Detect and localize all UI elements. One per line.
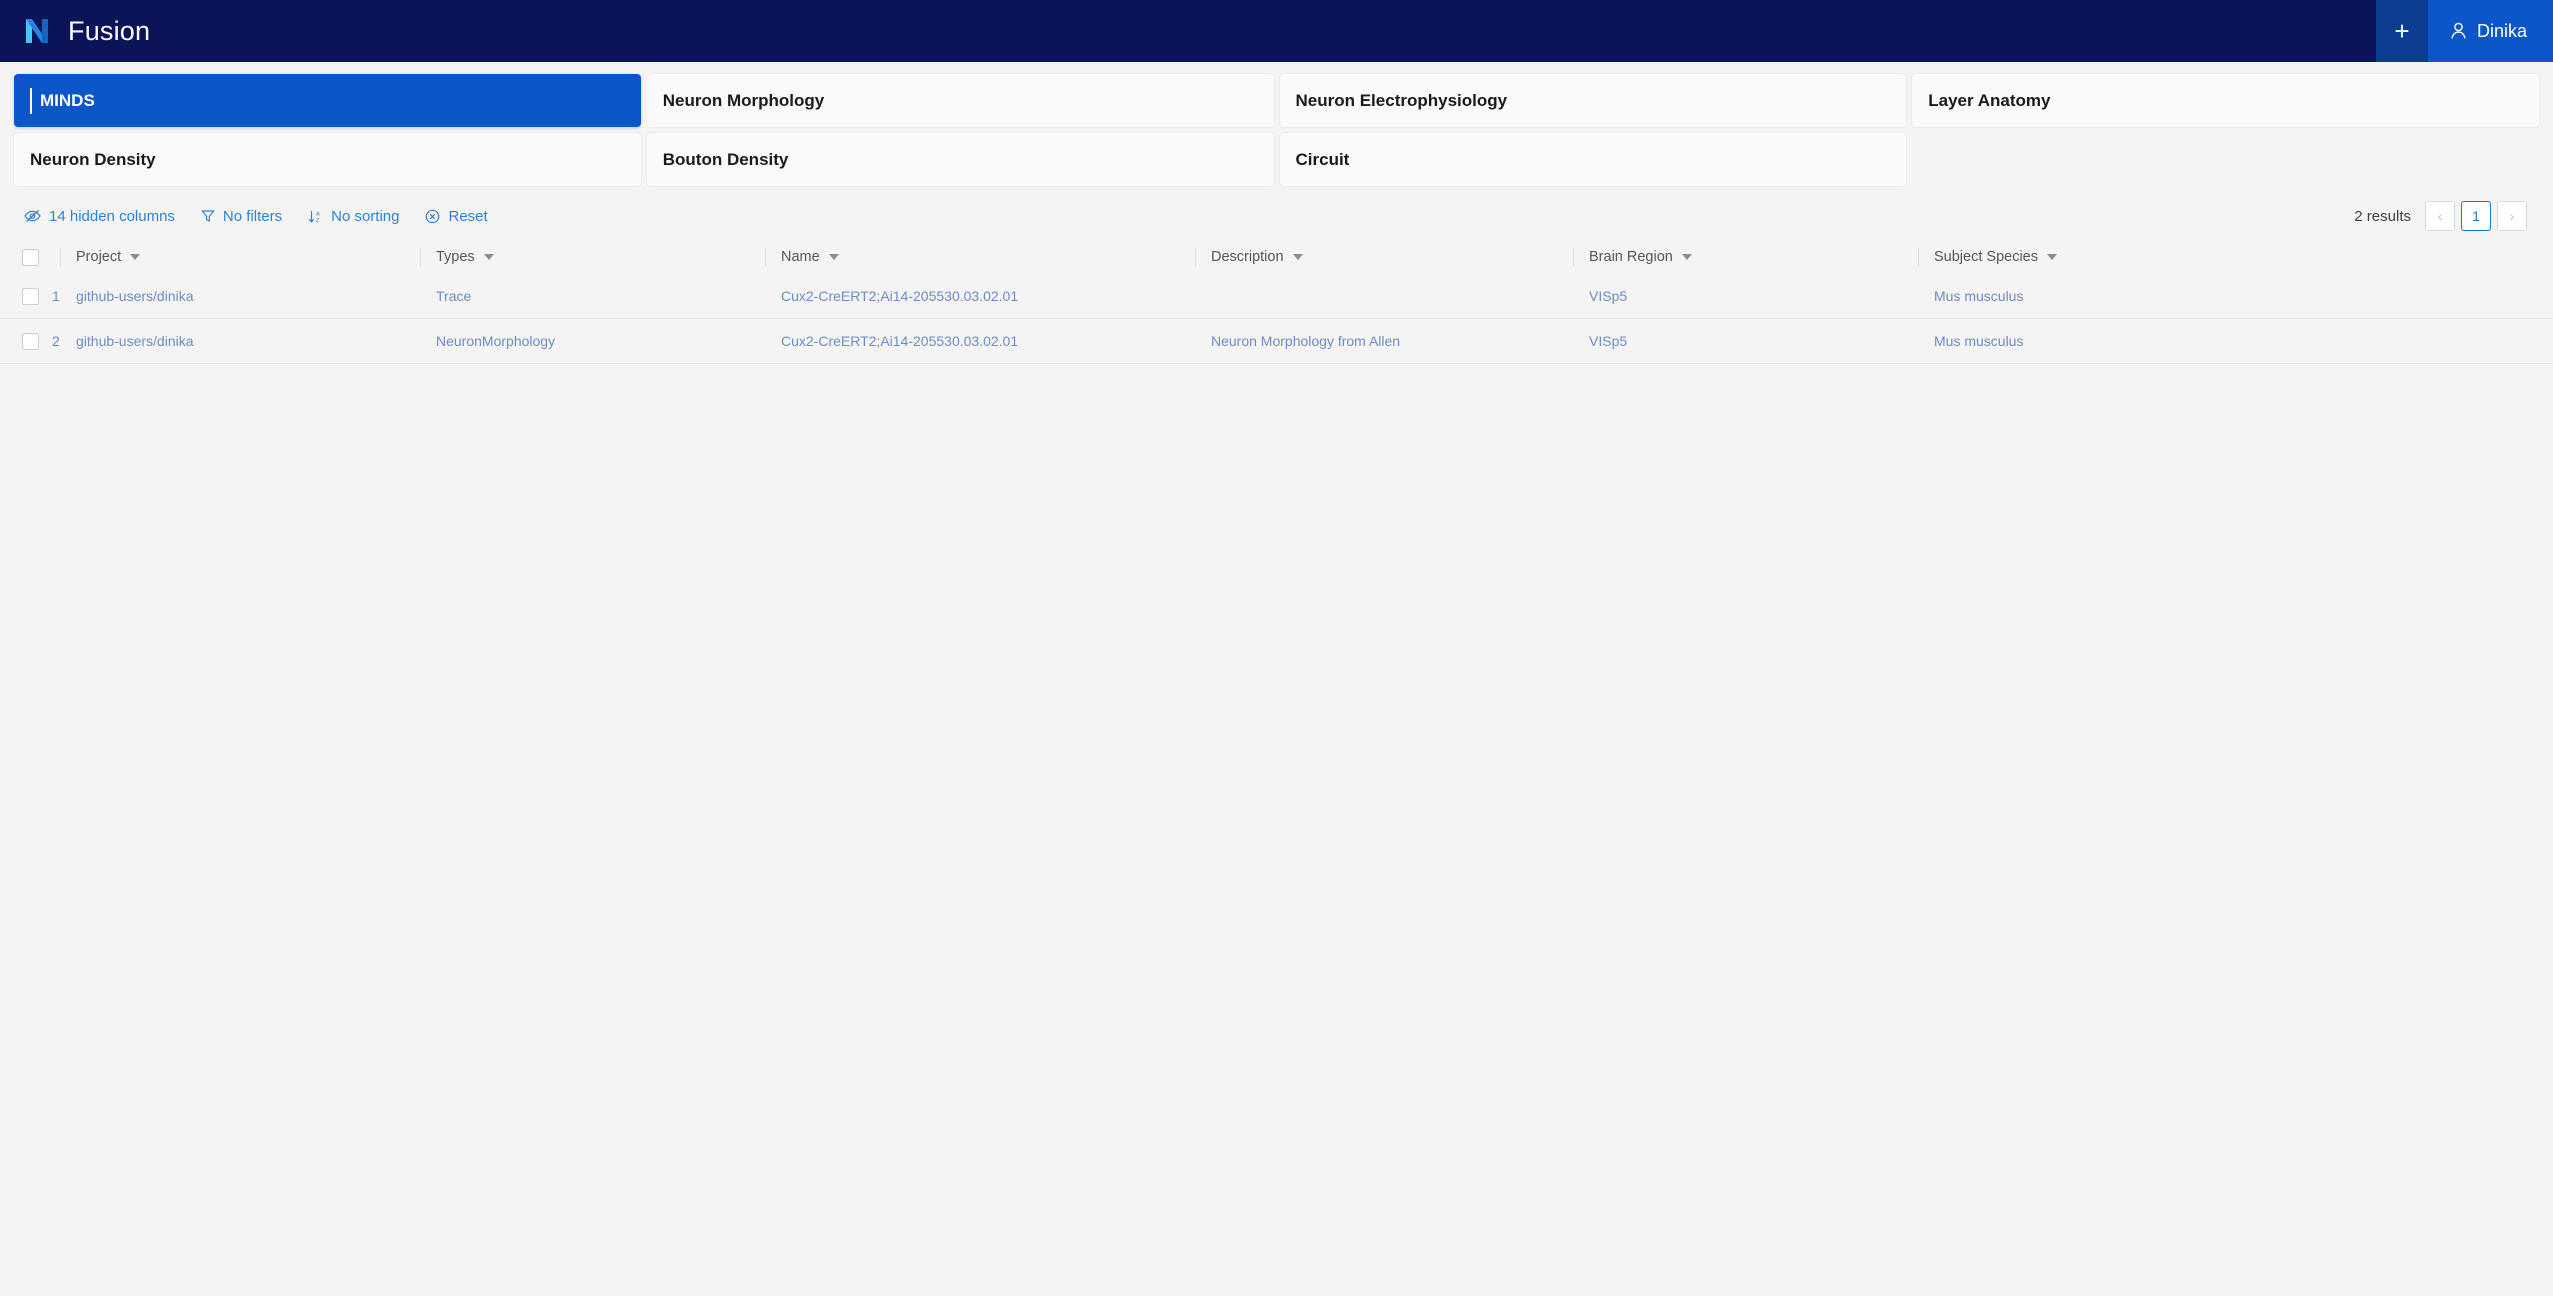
cell-name[interactable]: Cux2-CreERT2;Ai14-205530.03.02.01 [765,319,1195,363]
column-header-subject-species[interactable]: Subject Species [1918,249,2248,265]
cell-name[interactable]: Cux2-CreERT2;Ai14-205530.03.02.01 [765,274,1195,318]
app-title: Fusion [68,15,151,46]
chevron-down-icon[interactable] [828,254,839,260]
user-menu-button[interactable]: Dinika [2427,0,2553,62]
row-select-cell: 2 [0,319,60,363]
pagination: 2 results ‹ 1 › [2354,201,2527,231]
chevron-down-icon[interactable] [1292,254,1303,260]
reset-button[interactable]: Reset [423,206,489,227]
column-label: Project [76,249,122,265]
toolbar-actions: 14 hidden columns No filters A Z No sort… [22,206,490,227]
table-header-row: Project Types Name Description Brain Reg… [0,240,2553,274]
card-label: Layer Anatomy [1928,90,2051,110]
hidden-columns-label: 14 hidden columns [49,207,175,225]
app-header: Fusion + Dinika [0,0,2553,62]
sorting-label: No sorting [331,207,400,225]
row-checkbox[interactable] [22,287,39,305]
table-row[interactable]: 1 github-users/dinika Trace Cux2-CreERT2… [0,274,2553,319]
card-empty-slot [1912,133,2539,186]
cell-project[interactable]: github-users/dinika [60,319,420,363]
cell-types[interactable]: NeuronMorphology [420,319,765,363]
card-label: Neuron Density [30,149,156,169]
cell-subject-species[interactable]: Mus musculus [1918,274,2248,318]
chevron-down-icon[interactable] [130,254,141,260]
reset-label: Reset [448,207,488,225]
card-label: MINDS [40,90,95,110]
active-accent-bar [30,87,32,114]
add-button[interactable]: + [2375,0,2428,62]
column-header-brain-region[interactable]: Brain Region [1573,249,1918,265]
results-table: Project Types Name Description Brain Reg… [0,240,2553,364]
row-checkbox[interactable] [22,332,39,350]
column-header-name[interactable]: Name [765,249,1195,265]
column-header-project[interactable]: Project [60,249,420,265]
chevron-down-icon[interactable] [483,254,494,260]
person-icon [2450,22,2467,40]
chevron-down-icon[interactable] [2046,254,2057,260]
column-label: Subject Species [1934,249,2038,265]
card-circuit[interactable]: Circuit [1279,133,1907,186]
card-neuron-electrophysiology[interactable]: Neuron Electrophysiology [1279,74,1907,127]
results-count: 2 results [2354,207,2411,225]
card-neuron-density[interactable]: Neuron Density [14,133,641,186]
column-label: Brain Region [1589,249,1673,265]
row-index: 2 [52,333,60,349]
column-label: Name [781,249,820,265]
card-layer-anatomy[interactable]: Layer Anatomy [1912,74,2539,127]
card-label: Circuit [1295,149,1350,169]
column-label: Types [436,249,475,265]
eye-slash-icon [24,209,41,223]
column-label: Description [1211,249,1284,265]
hidden-columns-button[interactable]: 14 hidden columns [22,206,177,227]
cell-description[interactable]: Neuron Morphology from Allen [1195,319,1573,363]
sorting-button[interactable]: A Z No sorting [306,206,401,227]
card-label: Neuron Morphology [662,90,825,110]
filters-label: No filters [222,207,283,225]
brand[interactable]: Fusion [0,0,150,62]
column-header-description[interactable]: Description [1195,249,1573,265]
card-minds[interactable]: MINDS [14,74,641,127]
cell-types[interactable]: Trace [420,274,765,318]
chevron-down-icon[interactable] [1681,254,1692,260]
svg-text:A: A [316,211,320,217]
cell-description [1195,274,1573,318]
next-page-button[interactable]: › [2497,201,2527,231]
card-neuron-morphology[interactable]: Neuron Morphology [646,74,1274,127]
circle-x-icon [425,209,440,224]
svg-text:Z: Z [316,218,320,224]
card-bouton-density[interactable]: Bouton Density [646,133,1274,186]
header-actions: + Dinika [2375,0,2553,62]
table-toolbar: 14 hidden columns No filters A Z No sort… [0,192,2553,240]
user-name: Dinika [2476,20,2527,41]
type-card-grid: MINDS Neuron Morphology Neuron Electroph… [0,62,2553,192]
prev-page-button[interactable]: ‹ [2425,201,2455,231]
funnel-icon [201,209,215,223]
cell-project[interactable]: github-users/dinika [60,274,420,318]
pagination-controls: ‹ 1 › [2425,201,2527,231]
cell-subject-species[interactable]: Mus musculus [1918,319,2248,363]
row-select-cell: 1 [0,274,60,318]
card-label: Neuron Electrophysiology [1295,90,1508,110]
nexus-n-logo-icon [20,14,54,48]
card-label: Bouton Density [662,149,789,169]
page-1-button[interactable]: 1 [2461,201,2491,231]
row-index: 1 [52,288,60,304]
sort-az-icon: A Z [308,209,323,224]
select-all-cell [0,248,60,266]
column-header-types[interactable]: Types [420,249,765,265]
cell-brain-region[interactable]: VISp5 [1573,319,1918,363]
cell-brain-region[interactable]: VISp5 [1573,274,1918,318]
select-all-checkbox[interactable] [22,248,39,266]
table-row[interactable]: 2 github-users/dinika NeuronMorphology C… [0,319,2553,364]
filters-button[interactable]: No filters [199,206,284,227]
